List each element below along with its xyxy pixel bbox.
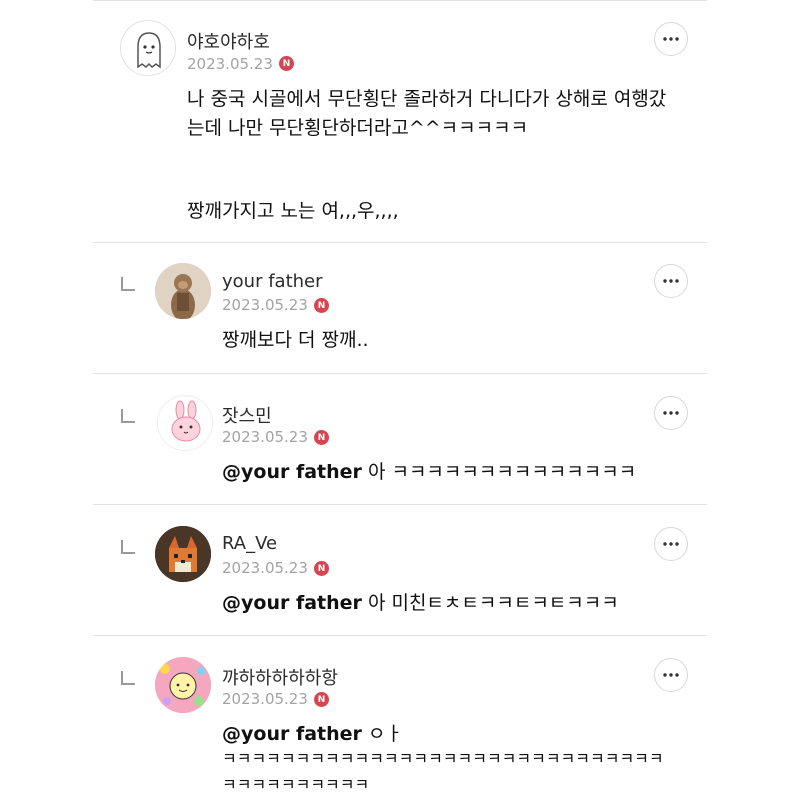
pink-rabbit-avatar-icon <box>171 400 201 442</box>
comment-body: 아 ㅋㅋㅋㅋㅋㅋㅋㅋㅋㅋㅋㅋㅋㅋ <box>367 461 637 483</box>
new-badge-icon: N <box>279 56 294 71</box>
reply-indicator-icon <box>121 277 135 291</box>
comment-text-line: 짱깨가지고 노는 여,,,우,,,, <box>187 200 399 222</box>
comment-body: ㅇㅏ <box>367 723 403 745</box>
more-options-button[interactable] <box>654 396 688 430</box>
reply-item: 꺄하하하하하항 2023.05.23 N @your father ㅇㅏ ㅋㅋㅋ… <box>0 636 800 800</box>
more-options-button[interactable] <box>654 658 688 692</box>
comment-body: 아 미친ㅌㅊㅌㅋㅋㅌㅋㅌㅋㅋㅋ <box>367 592 619 614</box>
comment-date: 2023.05.23 <box>187 55 273 73</box>
new-badge-icon: N <box>314 430 329 445</box>
reply-indicator-icon <box>121 540 135 554</box>
more-horizontal-icon <box>663 37 679 41</box>
comment-date: 2023.05.23 <box>222 559 308 577</box>
avatar[interactable] <box>155 263 211 319</box>
more-options-button[interactable] <box>654 527 688 561</box>
comment-text: 짱깨보다 더 짱깨.. <box>222 329 369 351</box>
more-options-button[interactable] <box>654 22 688 56</box>
more-options-button[interactable] <box>654 264 688 298</box>
more-horizontal-icon <box>663 542 679 546</box>
comment-text-line: ㅋㅋㅋㅋㅋㅋㅋㅋㅋㅋㅋㅋㅋㅋㅋㅋㅋㅋㅋㅋㅋㅋㅋㅋㅋㅋㅋㅋㅋㅋ <box>222 749 664 768</box>
comment-author[interactable]: 야호야하호 <box>187 28 270 54</box>
new-badge-icon: N <box>314 692 329 707</box>
reply-item: RA_Ve 2023.05.23 N @your father 아 미친ㅌㅊㅌㅋ… <box>0 505 800 635</box>
avatar[interactable] <box>155 657 211 713</box>
comment-author[interactable]: 잣스민 <box>222 402 272 428</box>
more-horizontal-icon <box>663 673 679 677</box>
new-badge-icon: N <box>314 561 329 576</box>
comment-author[interactable]: RA_Ve <box>222 533 277 554</box>
new-badge-icon: N <box>314 298 329 313</box>
comment-text: @your father 아 미친ㅌㅊㅌㅋㅋㅌㅋㅌㅋㅋㅋ <box>222 589 619 618</box>
reply-item: 잣스민 2023.05.23 N @your father 아 ㅋㅋㅋㅋㅋㅋㅋㅋ… <box>0 374 800 504</box>
comment-text: @your father 아 ㅋㅋㅋㅋㅋㅋㅋㅋㅋㅋㅋㅋㅋㅋ <box>222 458 636 487</box>
reply-item: your father 2023.05.23 N 짱깨보다 더 짱깨.. <box>0 243 800 373</box>
more-horizontal-icon <box>663 411 679 415</box>
fox-avatar-icon <box>155 526 211 582</box>
comment-date: 2023.05.23 <box>222 428 308 446</box>
comment-date: 2023.05.23 <box>222 296 308 314</box>
avatar[interactable] <box>120 20 176 76</box>
mention-link[interactable]: @your father <box>222 723 362 745</box>
comment-text-line: 나 중국 시골에서 무단횡단 졸라하거 다니다가 상해로 여행갔 <box>187 88 667 110</box>
comment-date: 2023.05.23 <box>222 690 308 708</box>
comment-author[interactable]: your father <box>222 271 323 292</box>
monkey-photo-icon <box>155 263 211 319</box>
more-horizontal-icon <box>663 279 679 283</box>
avatar[interactable] <box>157 395 213 451</box>
mention-link[interactable]: @your father <box>222 461 362 483</box>
comment-item: 야호야하호 2023.05.23 N 나 중국 시골에서 무단횡단 졸라하거 다… <box>0 0 800 242</box>
character-avatar-icon <box>155 657 211 713</box>
reply-indicator-icon <box>121 409 135 423</box>
comment-author[interactable]: 꺄하하하하하항 <box>222 664 338 690</box>
comment-text-line: ㅋㅋㅋㅋㅋㅋㅋㅋㅋㅋ <box>222 775 370 794</box>
ghost-avatar-icon <box>137 32 161 69</box>
mention-link[interactable]: @your father <box>222 592 362 614</box>
avatar[interactable] <box>155 526 211 582</box>
reply-indicator-icon <box>121 671 135 685</box>
comment-text-line: 는데 나만 무단횡단하더라고^^ㅋㅋㅋㅋㅋ <box>187 117 529 139</box>
